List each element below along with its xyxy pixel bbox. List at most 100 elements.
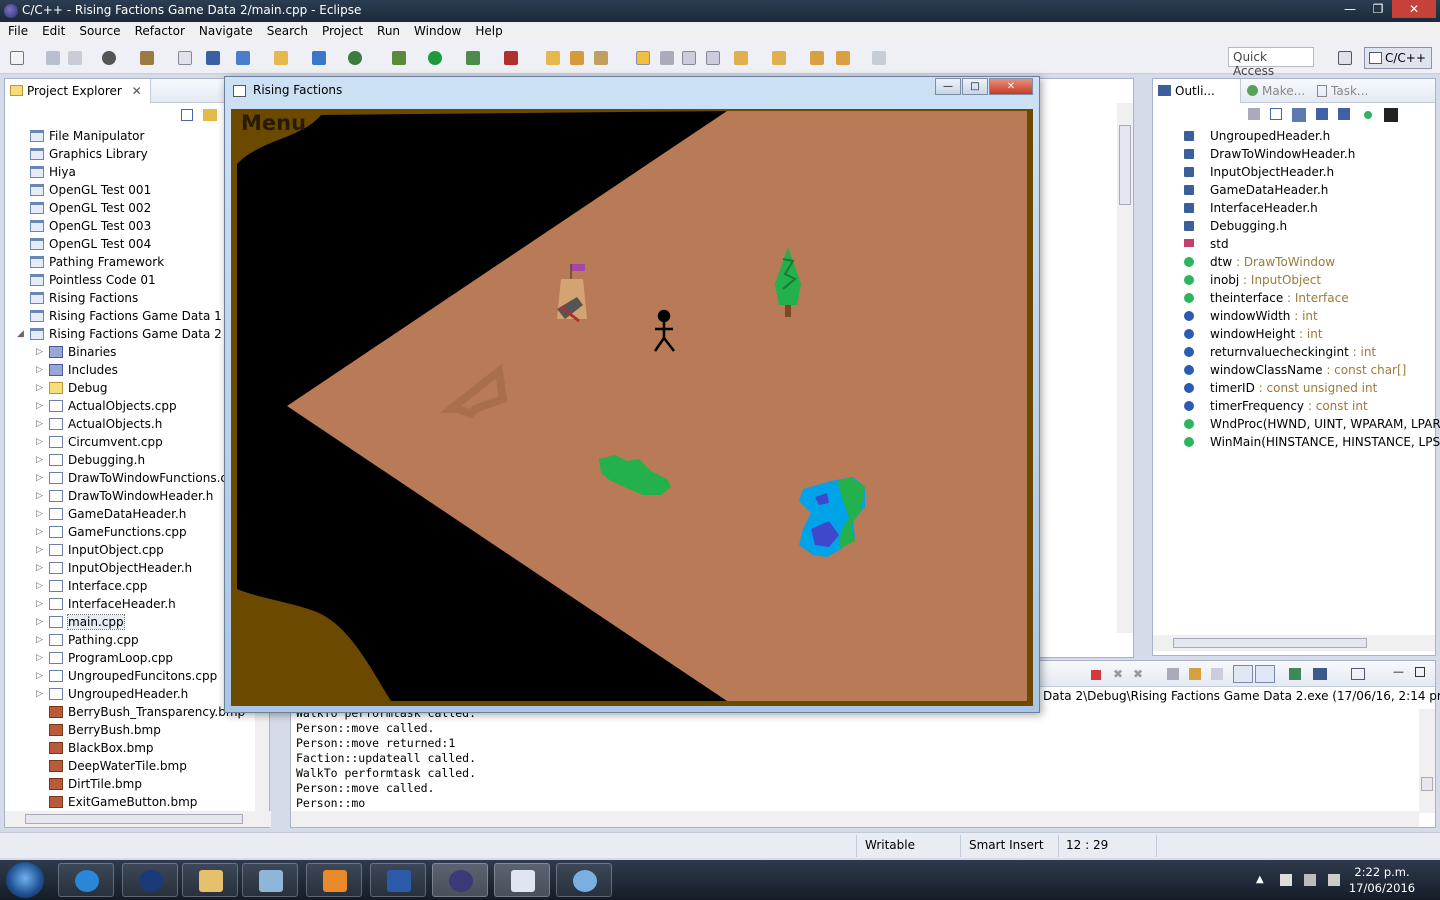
collapsed-twisty-icon[interactable]: ▷: [36, 653, 43, 663]
collapsed-twisty-icon[interactable]: ▷: [36, 473, 43, 483]
word-wrap-icon[interactable]: [1211, 668, 1223, 680]
collapsed-twisty-icon[interactable]: ▷: [36, 527, 43, 537]
hide-fields-icon[interactable]: [1248, 108, 1260, 120]
refresh-icon[interactable]: [348, 51, 362, 65]
collapsed-twisty-icon[interactable]: ▷: [36, 455, 43, 465]
collapsed-twisty-icon[interactable]: ▷: [36, 347, 43, 357]
save-icon[interactable]: [46, 51, 60, 65]
annotation-icon[interactable]: [660, 51, 674, 65]
console-vertical-scrollbar[interactable]: [1419, 709, 1435, 813]
debug-bug-icon[interactable]: [392, 51, 406, 65]
game-canvas[interactable]: Menu: [231, 109, 1033, 706]
console-scroll-thumb[interactable]: [1421, 777, 1433, 791]
hide-static-icon[interactable]: [1316, 108, 1328, 120]
build-target-icon[interactable]: [178, 51, 192, 65]
game-minimize-button[interactable]: —: [935, 78, 961, 95]
tab-make[interactable]: Make...: [1247, 84, 1305, 98]
game-close-button[interactable]: ✕: [989, 78, 1033, 95]
tab-tasks[interactable]: Task...: [1317, 84, 1368, 98]
scroll-lock-icon[interactable]: [1189, 668, 1201, 680]
next-annotation-icon[interactable]: [734, 51, 748, 65]
last-edit-icon[interactable]: [810, 51, 824, 65]
menu-run[interactable]: Run: [369, 22, 406, 42]
sort-icon[interactable]: [1292, 108, 1306, 122]
taskbar-word[interactable]: [370, 863, 426, 897]
hide-nonpublic-icon[interactable]: [1338, 108, 1350, 120]
collapsed-twisty-icon[interactable]: ▷: [36, 419, 43, 429]
new-icon[interactable]: [10, 51, 24, 65]
open-type-icon[interactable]: [546, 51, 560, 65]
menu-window[interactable]: Window: [406, 22, 467, 42]
debug-wand-icon[interactable]: [206, 51, 220, 65]
menu-search[interactable]: Search: [259, 22, 314, 42]
collapse-outline-icon[interactable]: [1270, 108, 1282, 120]
close-button[interactable]: ✕: [1392, 0, 1436, 18]
collapsed-twisty-icon[interactable]: ▷: [36, 581, 43, 591]
collapsed-twisty-icon[interactable]: ▷: [36, 545, 43, 555]
build-settings-icon[interactable]: [102, 51, 116, 65]
taskbar-file-explorer[interactable]: [182, 863, 238, 897]
open-element-icon[interactable]: [570, 51, 584, 65]
collapsed-twisty-icon[interactable]: ▷: [36, 617, 43, 627]
link-with-editor-icon[interactable]: [203, 109, 217, 121]
open-perspective-icon[interactable]: [1338, 51, 1352, 65]
taskbar-globe-app[interactable]: [122, 863, 178, 897]
new-class-icon[interactable]: [236, 51, 250, 65]
tab-project-explorer[interactable]: Project Explorer ✕: [5, 79, 151, 103]
collapsed-twisty-icon[interactable]: ▷: [36, 437, 43, 447]
minimize-panel-icon[interactable]: —: [1393, 665, 1404, 678]
taskbar-rising-factions[interactable]: [494, 863, 550, 897]
expanded-twisty-icon[interactable]: ◢: [17, 329, 24, 339]
forward-icon[interactable]: [872, 51, 886, 65]
menu-source[interactable]: Source: [71, 22, 126, 42]
collapse-all-icon[interactable]: [181, 109, 193, 121]
hide-local-types-icon[interactable]: [1364, 111, 1372, 119]
coverage-icon[interactable]: [466, 51, 480, 65]
collapsed-twisty-icon[interactable]: ▷: [36, 563, 43, 573]
outline-scroll-thumb[interactable]: [1173, 638, 1367, 648]
terminate-icon[interactable]: [1091, 670, 1101, 680]
group-includes-icon[interactable]: [1384, 108, 1398, 122]
game-maximize-button[interactable]: □: [962, 78, 988, 95]
outline-horizontal-scrollbar[interactable]: [1153, 635, 1435, 651]
collapsed-twisty-icon[interactable]: ▷: [36, 509, 43, 519]
collapsed-twisty-icon[interactable]: ▷: [36, 689, 43, 699]
back-icon[interactable]: [836, 51, 850, 65]
new-folder-icon[interactable]: [274, 51, 288, 65]
action-center-icon[interactable]: [1280, 874, 1292, 886]
restore-button[interactable]: ❐: [1364, 0, 1392, 18]
external-tools-icon[interactable]: [504, 51, 518, 65]
game-menu-button[interactable]: Menu: [241, 111, 306, 135]
show-hidden-icons[interactable]: ▲: [1256, 874, 1268, 886]
menu-refactor[interactable]: Refactor: [127, 22, 191, 42]
horizontal-scroll-thumb[interactable]: [25, 814, 243, 824]
collapsed-twisty-icon[interactable]: ▷: [36, 383, 43, 393]
remove-all-icon[interactable]: ✖: [1133, 667, 1143, 681]
collapsed-twisty-icon[interactable]: ▷: [36, 365, 43, 375]
start-button[interactable]: [6, 862, 44, 898]
close-tab-icon[interactable]: ✕: [132, 84, 142, 98]
taskbar-paint[interactable]: [556, 863, 612, 897]
tab-outline[interactable]: Outli...: [1153, 79, 1241, 103]
volume-icon[interactable]: [1328, 874, 1340, 886]
network-icon[interactable]: [1304, 874, 1316, 886]
collapsed-twisty-icon[interactable]: ▷: [36, 491, 43, 501]
editor-scroll-thumb[interactable]: [1119, 125, 1131, 205]
quick-access-field[interactable]: Quick Access: [1228, 47, 1314, 78]
display-console-icon[interactable]: [1313, 668, 1327, 680]
run-icon[interactable]: [428, 51, 442, 65]
show-stderr-icon[interactable]: [1255, 665, 1275, 683]
editor-vertical-scrollbar[interactable]: [1117, 103, 1133, 633]
clear-console-icon[interactable]: [1167, 668, 1179, 680]
save-all-icon[interactable]: [68, 51, 82, 65]
search-icon[interactable]: [594, 51, 608, 65]
menu-edit[interactable]: Edit: [34, 22, 71, 42]
build-hammer-icon[interactable]: [140, 51, 154, 65]
taskbar-eclipse[interactable]: [432, 863, 488, 897]
previous-annotation-icon[interactable]: [772, 51, 786, 65]
minimize-button[interactable]: —: [1336, 0, 1364, 18]
taskbar-internet-explorer[interactable]: [58, 863, 114, 897]
taskbar-notes[interactable]: [242, 863, 298, 897]
maximize-panel-icon[interactable]: [1415, 667, 1425, 677]
explorer-horizontal-scrollbar[interactable]: [5, 811, 271, 827]
